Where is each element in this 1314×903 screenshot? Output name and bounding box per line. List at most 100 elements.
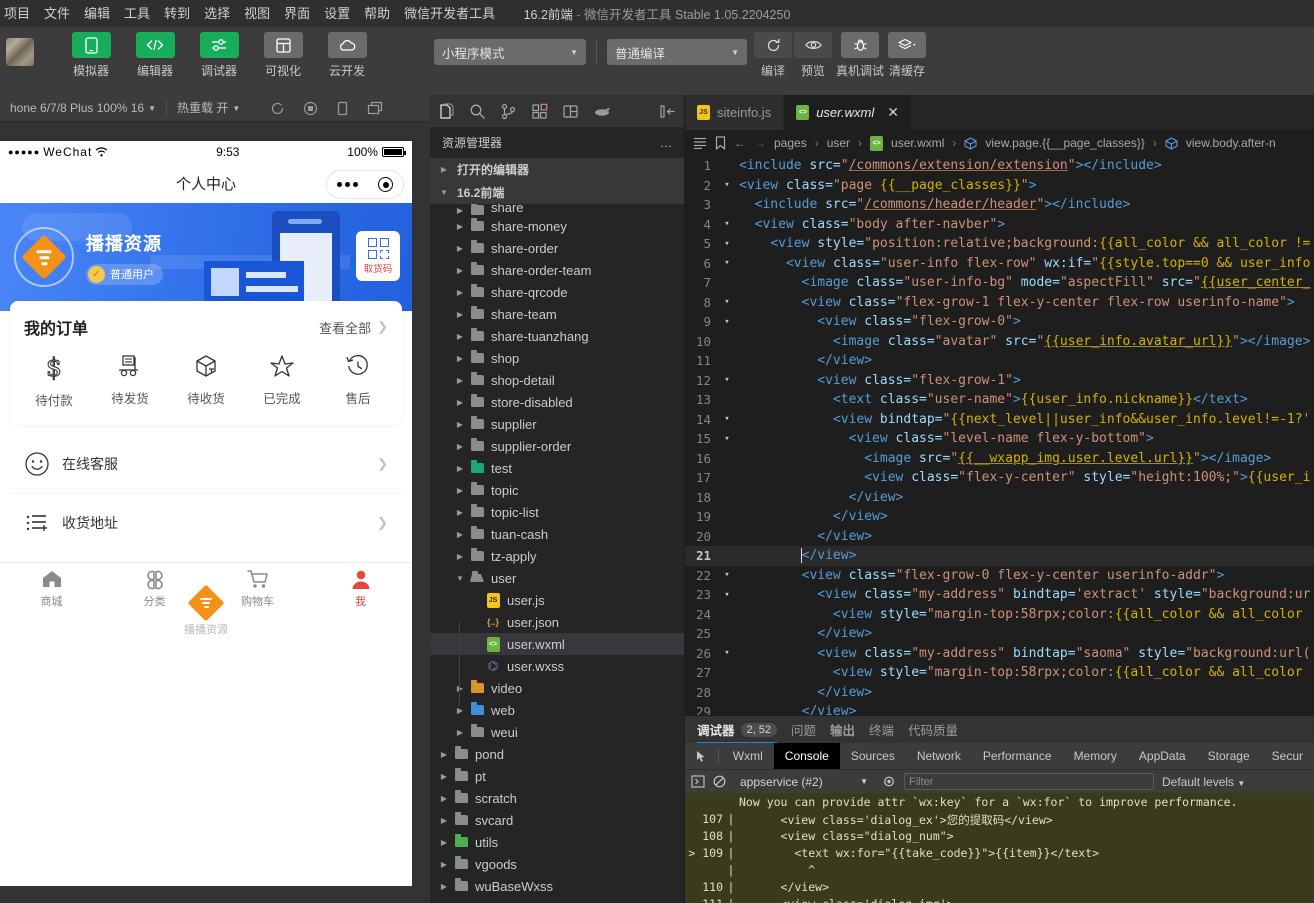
file-tree-file[interactable]: <>user.wxml <box>430 633 684 655</box>
files-icon[interactable] <box>438 103 455 120</box>
file-tree-folder[interactable]: ▶scratch <box>430 787 684 809</box>
code-line[interactable]: 24 <view style="margin-top:58rpx;color:{… <box>685 605 1314 625</box>
user-level-badge[interactable]: ✓ 普通用户 <box>86 264 163 285</box>
section-project-root[interactable]: ▼ 16.2前端 <box>430 181 684 204</box>
code-line[interactable]: 13 <text class="user-name">{{user_info.n… <box>685 390 1314 410</box>
more-icon[interactable] <box>337 182 358 187</box>
file-tree-folder[interactable]: ▶share-tuanzhang <box>430 325 684 347</box>
toolbar-button-debugger[interactable]: 调试器 <box>192 32 246 79</box>
code-line[interactable]: 6▾ <view class="user-info flex-row" wx:i… <box>685 254 1314 274</box>
console-context-select[interactable]: appservice (#2) ▼ <box>734 775 874 789</box>
order-status-pending-receipt[interactable]: 待收货 <box>168 353 244 409</box>
collapse-panel-icon[interactable] <box>659 104 676 119</box>
code-line[interactable]: 19 </view> <box>685 507 1314 527</box>
editor-layout-icon[interactable] <box>562 103 579 120</box>
fold-chevron-icon[interactable]: ▾ <box>719 258 735 268</box>
file-tree-folder[interactable]: ▶shop <box>430 347 684 369</box>
menu-item-view[interactable]: 视图 <box>237 0 277 27</box>
code-line[interactable]: 18 </view> <box>685 488 1314 508</box>
view-all-orders-button[interactable]: 查看全部 ❯ <box>319 318 388 337</box>
panel-tab[interactable]: 问题 <box>791 716 816 743</box>
menu-item-settings[interactable]: 设置 <box>317 0 357 27</box>
devtools-tab-appdata[interactable]: AppData <box>1128 743 1197 769</box>
toolbar-button-clear-cache[interactable]: 清缓存 <box>887 32 927 79</box>
console-levels-select[interactable]: Default levels ▼ <box>1162 775 1245 789</box>
file-tree-folder[interactable]: ▶topic <box>430 479 684 501</box>
code-line[interactable]: 4▾ <view class="body after-navber"> <box>685 215 1314 235</box>
code-line[interactable]: 26▾ <view class="my-address" bindtap="sa… <box>685 644 1314 664</box>
devtools-tab-console[interactable]: Console <box>774 743 840 769</box>
code-line[interactable]: 12▾ <view class="flex-grow-1"> <box>685 371 1314 391</box>
user-avatar[interactable] <box>14 227 74 287</box>
navigate-forward-icon[interactable]: → <box>754 136 766 150</box>
file-tree-folder[interactable]: ▶test <box>430 457 684 479</box>
file-tree-folder[interactable]: ▶tuan-cash <box>430 523 684 545</box>
editor-tab-user-wxml[interactable]: <> user.wxml ✕ <box>784 95 912 130</box>
code-line[interactable]: 20 </view> <box>685 527 1314 547</box>
file-tree-folder[interactable]: ▶store-disabled <box>430 391 684 413</box>
extensions-icon[interactable] <box>531 103 548 120</box>
record-icon[interactable] <box>303 101 318 116</box>
clear-console-icon[interactable] <box>713 775 726 788</box>
breadcrumb-item-file[interactable]: user.wxml <box>891 136 944 150</box>
fold-chevron-icon[interactable]: ▾ <box>719 297 735 307</box>
file-tree-folder[interactable]: ▶vgoods <box>430 853 684 875</box>
outline-icon[interactable] <box>693 137 707 149</box>
code-line[interactable]: 9▾ <view class="flex-grow-0"> <box>685 312 1314 332</box>
menu-item-select[interactable]: 选择 <box>197 0 237 27</box>
list-item-shipping-address[interactable]: 收货地址 ❯ <box>10 493 402 552</box>
device-selector[interactable]: hone 6/7/8 Plus 100% 16 ▼ <box>0 95 166 122</box>
close-capsule-icon[interactable] <box>378 177 393 192</box>
search-icon[interactable] <box>469 103 486 120</box>
explorer-more-actions[interactable]: … <box>660 136 674 150</box>
fold-chevron-icon[interactable]: ▾ <box>719 434 735 444</box>
file-tree-folder[interactable]: ▶svcard <box>430 809 684 831</box>
menu-item-goto[interactable]: 转到 <box>157 0 197 27</box>
panel-tab[interactable]: 终端 <box>869 716 894 743</box>
code-line[interactable]: 3 <include src="/commons/header/header">… <box>685 195 1314 215</box>
breadcrumb-item-symbol-body[interactable]: view.body.after-n <box>1186 136 1276 150</box>
code-line[interactable]: 11 </view> <box>685 351 1314 371</box>
fold-chevron-icon[interactable]: ▾ <box>719 219 735 229</box>
panel-tab[interactable]: 输出 <box>830 716 855 743</box>
file-tree-folder[interactable]: ▶share-team <box>430 303 684 325</box>
code-editor[interactable]: 1<include src="/commons/extension/extens… <box>685 156 1314 715</box>
devtools-tab-memory[interactable]: Memory <box>1063 743 1128 769</box>
file-tree-folder[interactable]: ▶wuBaseWxss <box>430 875 684 897</box>
fold-chevron-icon[interactable]: ▾ <box>719 414 735 424</box>
console-output[interactable]: Now you can provide attr `wx:key` for a … <box>685 793 1314 903</box>
file-tree-folder[interactable]: ▶share-money <box>430 215 684 237</box>
navigate-back-icon[interactable]: ← <box>734 136 746 150</box>
breadcrumb-item-pages[interactable]: pages <box>774 136 807 150</box>
file-tree-folder[interactable]: ▶utils <box>430 831 684 853</box>
file-tree-folder[interactable]: ▶share <box>430 204 684 215</box>
code-line[interactable]: 10 <image class="avatar" src="{{user_inf… <box>685 332 1314 352</box>
file-tree-file[interactable]: ⌬user.wxss <box>430 655 684 677</box>
fold-chevron-icon[interactable]: ▾ <box>719 180 735 190</box>
menu-item-help[interactable]: 帮助 <box>357 0 397 27</box>
panel-tab[interactable]: 调试器2, 52 <box>697 716 777 743</box>
order-status-aftersales[interactable]: 售后 <box>320 353 396 409</box>
menu-item-edit[interactable]: 编辑 <box>77 0 117 27</box>
devtools-tab-secur[interactable]: Secur <box>1261 743 1314 769</box>
rotate-device-icon[interactable] <box>336 101 349 116</box>
code-line[interactable]: 7 <image class="user-info-bg" mode="aspe… <box>685 273 1314 293</box>
file-tree-file[interactable]: JSuser.js <box>430 589 684 611</box>
devtools-tab-wxml[interactable]: Wxml <box>722 743 774 769</box>
inspect-element-icon[interactable] <box>689 750 715 763</box>
fold-chevron-icon[interactable]: ▾ <box>719 375 735 385</box>
console-filter-input[interactable]: Filter <box>904 773 1154 790</box>
file-tree-folder[interactable]: ▶share-order-team <box>430 259 684 281</box>
file-tree-folder[interactable]: ▶video <box>430 677 684 699</box>
editor-tab-siteinfo-js[interactable]: JS siteinfo.js <box>685 95 784 130</box>
menu-item-file[interactable]: 文件 <box>37 0 77 27</box>
code-line[interactable]: 8▾ <view class="flex-grow-1 flex-y-cente… <box>685 293 1314 313</box>
toolbar-button-visual[interactable]: 可视化 <box>256 32 310 79</box>
toolbar-button-preview[interactable]: 预览 <box>793 32 833 79</box>
file-tree-folder[interactable]: ▼user <box>430 567 684 589</box>
fold-chevron-icon[interactable]: ▾ <box>719 648 735 658</box>
fold-chevron-icon[interactable]: ▾ <box>719 570 735 580</box>
source-control-icon[interactable] <box>500 103 517 120</box>
code-line[interactable]: 22▾ <view class="flex-grow-0 flex-y-cent… <box>685 566 1314 586</box>
code-line[interactable]: 25 </view> <box>685 624 1314 644</box>
